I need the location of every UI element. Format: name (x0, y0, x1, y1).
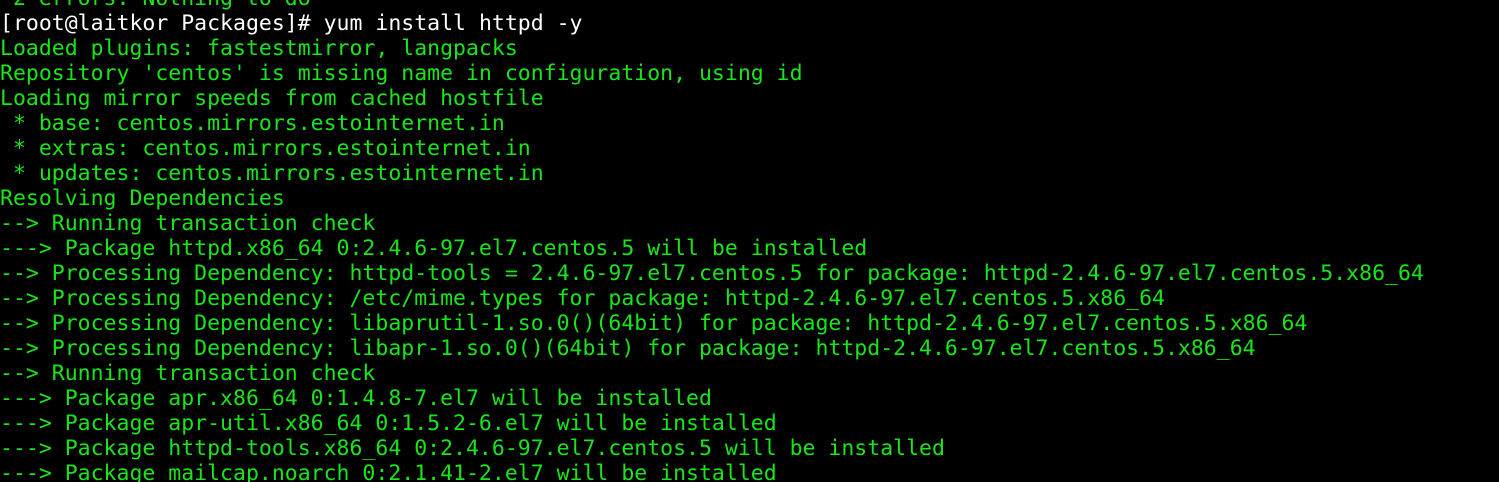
terminal-output-line: Resolving Dependencies (0, 186, 285, 211)
terminal-output-line: --> Processing Dependency: /etc/mime.typ… (0, 286, 1165, 311)
terminal-output-line: Loaded plugins: fastestmirror, langpacks (0, 36, 518, 61)
terminal-output-line: * base: centos.mirrors.estointernet.in (0, 111, 505, 136)
terminal-prompt-line: [root@laitkor Packages]# yum install htt… (0, 11, 1499, 36)
shell-prompt: [root@laitkor Packages]# (0, 11, 324, 36)
terminal-output-line: Loading mirror speeds from cached hostfi… (0, 86, 544, 111)
terminal-output-line: --> Running transaction check (0, 361, 376, 386)
terminal-output-line: ---> Package apr-util.x86_64 0:1.5.2-6.e… (0, 411, 777, 436)
terminal-output-line: --> Processing Dependency: httpd-tools =… (0, 261, 1424, 286)
terminal-line-partial: -2 errors: Nothing to do (0, 0, 1499, 11)
terminal-output-line: --> Processing Dependency: libaprutil-1.… (0, 311, 1308, 336)
shell-command: yum install httpd -y (323, 11, 583, 36)
terminal-output-line: * updates: centos.mirrors.estointernet.i… (0, 161, 544, 186)
terminal-output-line: --> Running transaction check (0, 211, 376, 236)
terminal-output-line: ---> Package httpd-tools.x86_64 0:2.4.6-… (0, 436, 945, 461)
terminal-output-line: * extras: centos.mirrors.estointernet.in (0, 136, 531, 161)
terminal-output-line: --> Processing Dependency: libapr-1.so.0… (0, 336, 1256, 361)
terminal-output-line: Repository 'centos' is missing name in c… (0, 61, 803, 86)
terminal-output-line: ---> Package mailcap.noarch 0:2.1.41-2.e… (0, 461, 777, 482)
terminal-window[interactable]: -2 errors: Nothing to do [root@laitkor P… (0, 0, 1499, 482)
terminal-output-line: ---> Package apr.x86_64 0:1.4.8-7.el7 wi… (0, 386, 712, 411)
terminal-output-line: ---> Package httpd.x86_64 0:2.4.6-97.el7… (0, 236, 868, 261)
